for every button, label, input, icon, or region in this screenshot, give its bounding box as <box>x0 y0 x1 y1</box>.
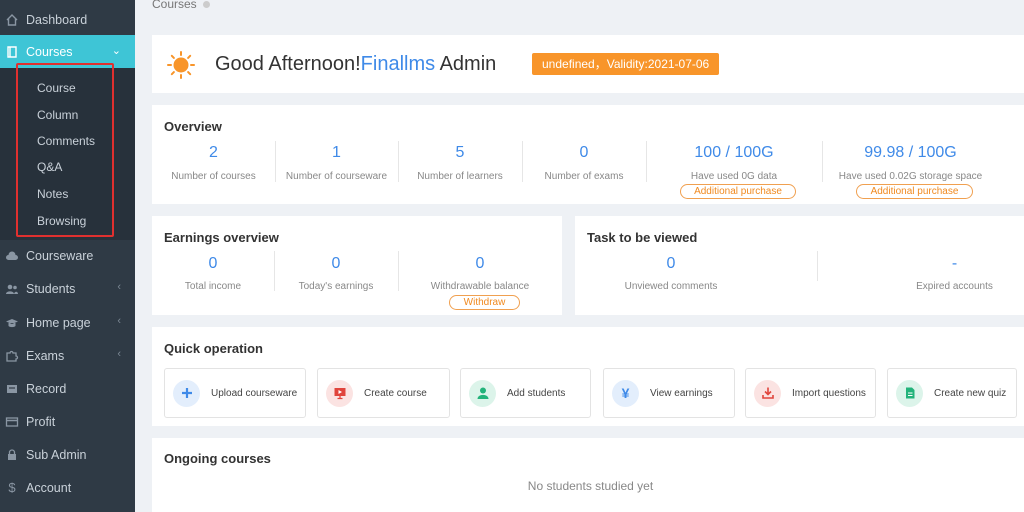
earnings-title: Earnings overview <box>164 230 279 245</box>
sidebar-item-profit[interactable]: Profit <box>0 405 135 438</box>
validity-badge: undefined，Validity:2021-07-06 <box>532 53 720 75</box>
chevron-left-icon: ‹ <box>117 348 121 360</box>
lock-icon <box>5 448 19 462</box>
sun-icon <box>167 51 195 79</box>
divider <box>817 251 818 281</box>
quick-title: Quick operation <box>164 341 263 356</box>
ongoing-courses-card <box>152 438 1024 512</box>
stat-value: 0 <box>579 144 589 161</box>
add-students-button[interactable]: Add students <box>460 368 591 418</box>
stat-value: 5 <box>455 144 465 161</box>
sidebar-item-label: Home page <box>26 315 91 330</box>
sidebar-item-label: Sub Admin <box>26 447 87 462</box>
create-new-quiz-button[interactable]: Create new quiz <box>887 368 1017 418</box>
button-label: Upload courseware <box>211 387 298 399</box>
stat-label: Expired accounts <box>916 281 993 292</box>
sidebar-item-label: Profit <box>26 414 56 429</box>
stat-label: Have used 0G data <box>690 171 778 182</box>
dollar-icon: $ <box>8 479 16 495</box>
additional-purchase-button[interactable]: Additional purchase <box>680 184 796 199</box>
additional-purchase-button[interactable]: Additional purchase <box>856 184 973 199</box>
breadcrumb: Courses <box>152 0 210 11</box>
users-icon <box>5 282 19 296</box>
stat-value: 0 <box>208 255 218 272</box>
sidebar-item-label: Exams <box>26 348 65 363</box>
stat-value: 0 <box>331 255 341 272</box>
stat-label: Withdrawable balance <box>430 281 530 292</box>
greeting-prefix: Good Afternoon! <box>215 53 361 75</box>
empty-state-text: No students studied yet <box>527 479 654 493</box>
chevron-left-icon: ‹ <box>117 281 121 293</box>
upload-courseware-button[interactable]: Upload courseware <box>164 368 306 418</box>
sidebar-item-label: Account <box>26 480 72 495</box>
import-questions-button[interactable]: Import questions <box>745 368 876 418</box>
stat-value: 0 <box>666 255 676 272</box>
sidebar-item-label: Courseware <box>26 248 94 263</box>
highlight-box <box>16 63 114 237</box>
sidebar-item-sub-admin[interactable]: Sub Admin <box>0 438 135 471</box>
document-icon <box>896 379 923 407</box>
status-dot <box>202 1 210 9</box>
stat-value: 1 <box>332 144 341 161</box>
sidebar-item-home-page[interactable]: Home page ‹ <box>0 306 135 339</box>
button-label: Import questions <box>792 387 866 399</box>
book-icon <box>5 45 19 59</box>
stat-label: Have used 0.02G storage space <box>838 171 983 182</box>
view-earnings-button[interactable]: ¥ View earnings <box>603 368 735 418</box>
sidebar-item-exams[interactable]: Exams ‹ <box>0 339 135 372</box>
stat-label: Number of courses <box>171 171 256 182</box>
chevron-left-icon: ‹ <box>117 315 121 327</box>
sidebar-item-label: Dashboard <box>26 12 88 27</box>
withdraw-button[interactable]: Withdraw <box>449 295 520 310</box>
greeting-name: Finallms <box>360 53 436 75</box>
stat-value: 99.98 / 100G <box>864 144 957 161</box>
stat-value: - <box>951 255 958 272</box>
sidebar-item-record[interactable]: Record <box>0 372 135 405</box>
button-label: Create course <box>364 387 427 399</box>
sidebar-item-students[interactable]: Students ‹ <box>0 272 135 305</box>
button-label: View earnings <box>650 387 713 399</box>
stat-label: Total income <box>184 281 242 292</box>
create-course-button[interactable]: Create course <box>317 368 450 418</box>
plus-icon <box>173 379 200 407</box>
stat-value: 100 / 100G <box>694 144 774 161</box>
button-label: Create new quiz <box>934 387 1007 399</box>
play-icon <box>326 379 353 407</box>
sidebar-item-label: Record <box>26 381 67 396</box>
task-title: Task to be viewed <box>587 230 698 245</box>
graduation-cap-icon <box>5 316 19 330</box>
greeting-suffix: Admin <box>435 53 497 75</box>
breadcrumb-current: Courses <box>152 0 197 11</box>
credit-card-icon <box>5 415 19 429</box>
sidebar-item-account[interactable]: $ Account <box>0 471 135 504</box>
sidebar: Dashboard Courses ⌄ Course Column Commen… <box>0 0 135 512</box>
sidebar-item-dashboard[interactable]: Dashboard <box>0 3 135 36</box>
sidebar-item-courseware[interactable]: Courseware <box>0 239 135 272</box>
stat-label: Unviewed comments <box>624 281 718 292</box>
user-icon <box>469 379 496 407</box>
download-icon <box>754 379 781 407</box>
home-icon <box>5 13 19 27</box>
overview-title: Overview <box>164 119 222 134</box>
stat-label: Today's earnings <box>298 281 374 292</box>
greeting-text: Good Afternoon!Finallms Admin <box>215 53 496 76</box>
cloud-icon <box>5 249 19 263</box>
button-label: Add students <box>507 387 566 399</box>
ongoing-title: Ongoing courses <box>164 451 271 466</box>
puzzle-icon <box>5 349 19 363</box>
stat-label: Number of exams <box>544 171 624 182</box>
stat-value: 0 <box>475 255 485 272</box>
yen-icon: ¥ <box>612 379 639 407</box>
archive-icon <box>5 382 19 396</box>
sidebar-item-label: Students <box>26 281 76 296</box>
stat-label: Number of learners <box>417 171 503 182</box>
sidebar-item-label: Courses <box>26 44 73 59</box>
chevron-down-icon: ⌄ <box>111 45 121 57</box>
stat-value: 2 <box>209 144 218 161</box>
stat-label: Number of courseware <box>285 171 388 182</box>
